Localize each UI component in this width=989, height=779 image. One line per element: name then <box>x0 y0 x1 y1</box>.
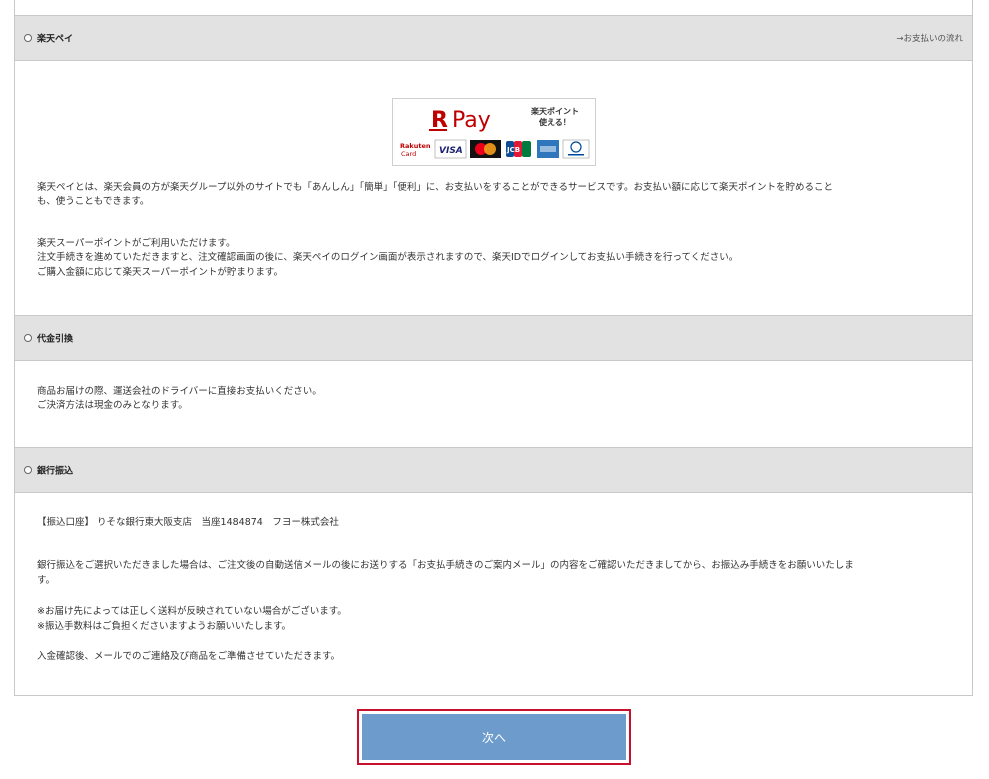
rakuten-pay-label[interactable]: 楽天ペイ <box>37 32 73 45</box>
cod-description-line2: ご決済方法は現金のみとなります。 <box>37 400 188 411</box>
rakuten-pay-description-line1: 楽天ペイとは、楽天会員の方が楽天グループ以外のサイトでも「あんしん」「簡単」「便… <box>37 182 834 193</box>
rakuten-pay-logo: R Pay 楽天ポイント 使える！ Rakuten Card VISA JCB <box>392 98 596 166</box>
cod-radio[interactable] <box>24 334 32 342</box>
payment-option-rakuten-pay[interactable]: 楽天ペイ →お支払いの流れ <box>15 15 972 61</box>
payment-method-panel: 楽天ペイ →お支払いの流れ R Pay 楽天ポイント 使える！ Rakuten … <box>14 0 973 696</box>
rakuten-pay-radio[interactable] <box>24 34 32 42</box>
bank-transfer-description-line2: す。 <box>37 575 56 586</box>
logo-tagline-line2: 使える！ <box>538 117 571 127</box>
rakuten-point-text-1: 楽天スーパーポイントがご利用いただけます。 <box>37 238 236 249</box>
rakuten-pay-logo-graphic: R Pay 楽天ポイント 使える！ Rakuten Card VISA JCB <box>400 106 590 159</box>
payment-flow-link[interactable]: →お支払いの流れ <box>896 32 963 44</box>
rakuten-card-line1: Rakuten <box>400 142 431 150</box>
bank-transfer-confirm-note: 入金確認後、メールでのご連絡及び商品をご準備させていただきます。 <box>37 651 341 662</box>
rakuten-point-text-2: 注文手続きを進めていただきますと、注文確認画面の後に、楽天ペイのログイン画面が表… <box>37 252 739 263</box>
rakuten-card-line2: Card <box>401 150 416 158</box>
cod-label[interactable]: 代金引換 <box>37 332 73 345</box>
pay-brand-text: Pay <box>452 108 491 133</box>
bank-transfer-note-fee: ※振込手数料はご負担くださいますようお願いいたします。 <box>37 621 292 632</box>
jcb-text: JCB <box>506 146 520 154</box>
next-button[interactable]: 次へ <box>362 714 626 760</box>
cod-description-line1: 商品お届けの際、運送会社のドライバーに直接お支払いください。 <box>37 386 322 397</box>
payment-option-bank-transfer[interactable]: 銀行振込 <box>15 447 972 493</box>
rakuten-pay-description-line2: も、使うこともできます。 <box>37 196 150 207</box>
bank-transfer-radio[interactable] <box>24 466 32 474</box>
bank-account-info: 【振込口座】 りそな銀行東大阪支店 当座1484874 フヨー株式会社 <box>37 517 339 528</box>
bank-transfer-description-line1: 銀行振込をご選択いただきました場合は、ご注文後の自動送信メールの後にお送りする「… <box>37 560 854 571</box>
logo-tagline-line1: 楽天ポイント <box>530 106 579 116</box>
bank-transfer-label[interactable]: 銀行振込 <box>37 464 73 477</box>
next-button-highlight: 次へ <box>357 709 631 765</box>
visa-text: VISA <box>439 146 463 156</box>
rakuten-point-text-3: ご購入金額に応じて楽天スーパーポイントが貯まります。 <box>37 267 283 278</box>
bank-transfer-note-shipping: ※お届け先によっては正しく送料が反映されていない場合がございます。 <box>37 606 347 617</box>
payment-option-cod[interactable]: 代金引換 <box>15 315 972 361</box>
